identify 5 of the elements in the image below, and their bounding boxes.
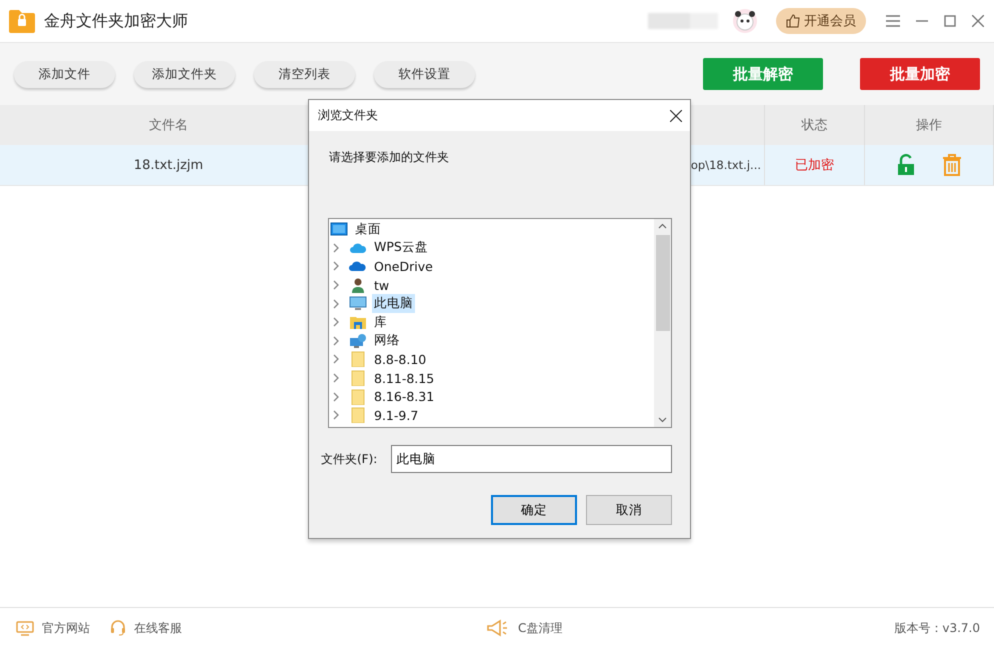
status-cell: 已加密 <box>765 145 865 185</box>
app-title: 金舟文件夹加密大师 <box>44 10 189 32</box>
dialog-title: 浏览文件夹 <box>318 107 378 124</box>
version-text: 版本号：v3.7.0 <box>894 620 980 636</box>
folder-label: 文件夹(F): <box>321 450 378 468</box>
